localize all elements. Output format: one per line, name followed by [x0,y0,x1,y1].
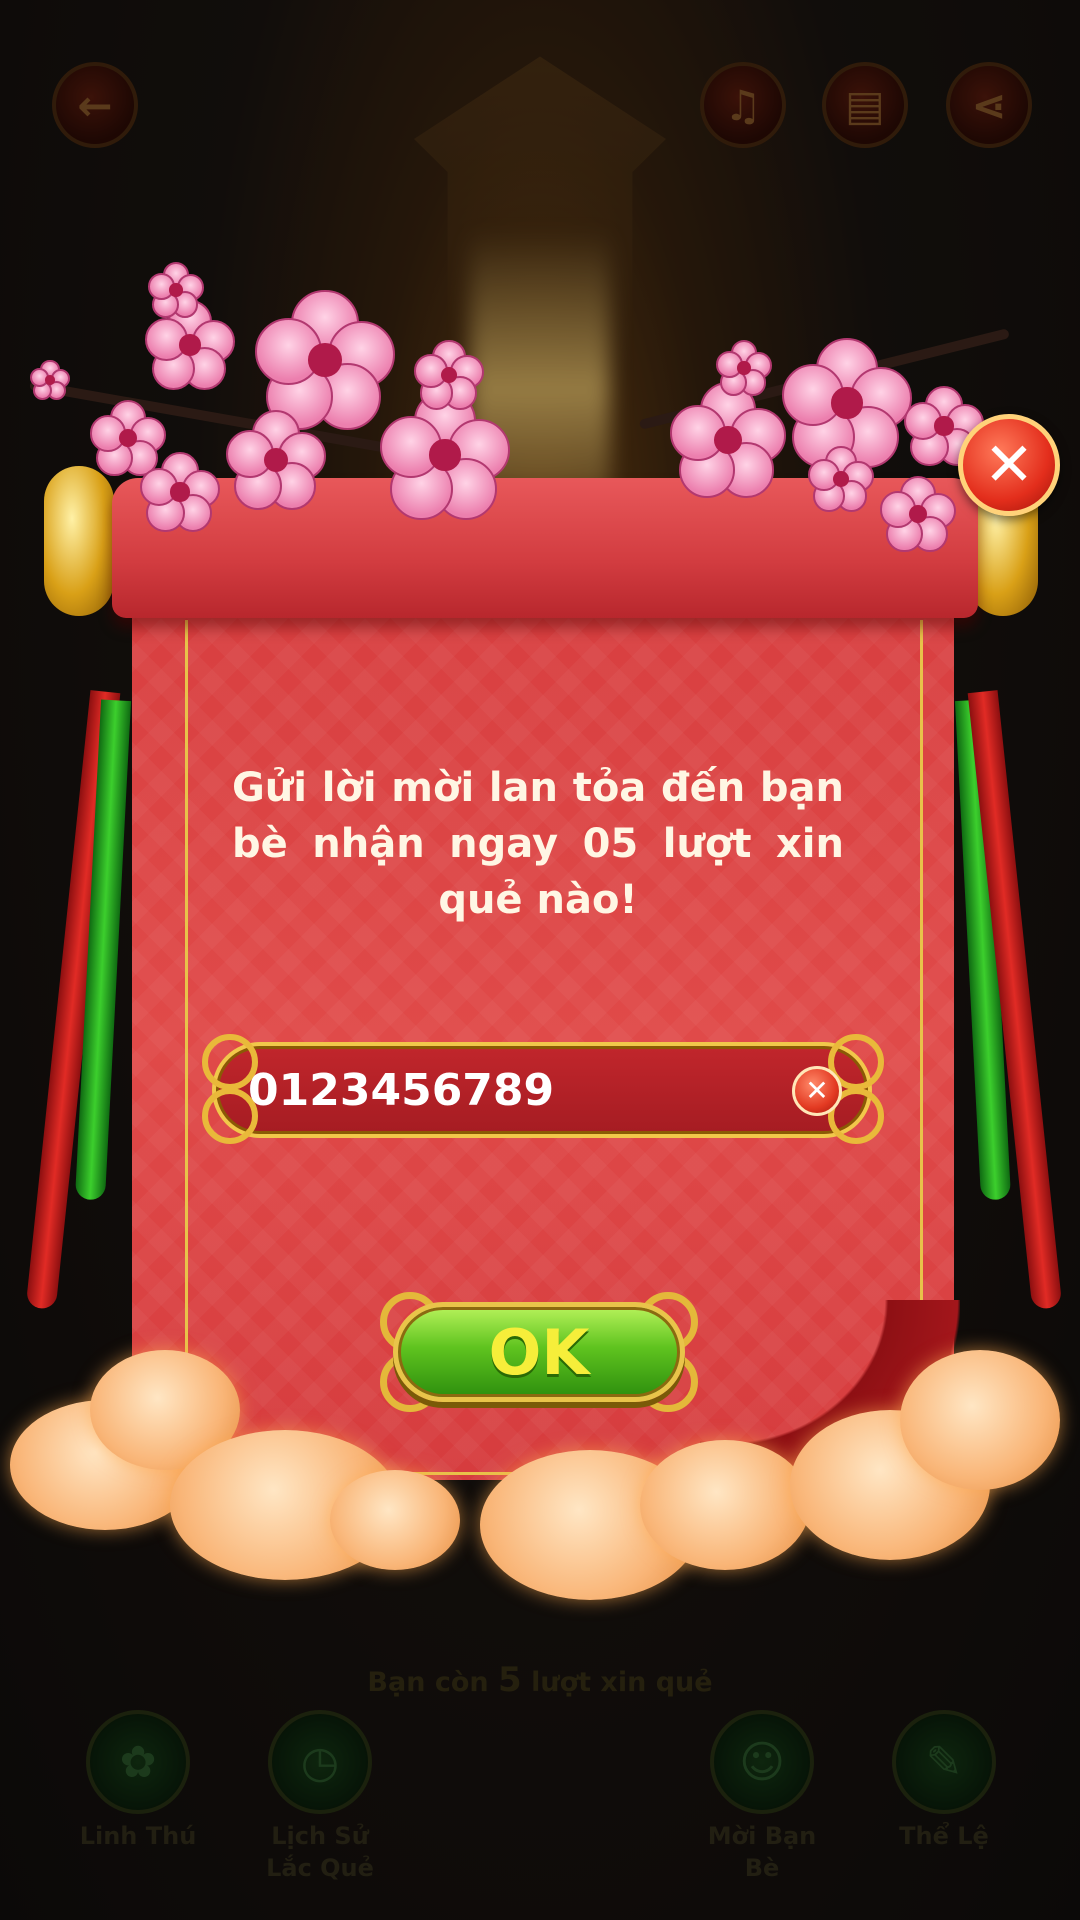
rod-cap-left [44,466,114,616]
cloud-decoration [330,1470,460,1570]
blossom-flower [670,382,786,498]
ok-button[interactable]: OK [393,1302,685,1402]
blossom-flower [140,452,220,532]
invite-message: Gửi lời mời lan tỏa đến bạn bè nhận ngay… [232,765,844,923]
blossom-flower [226,410,326,510]
blossom-flower [30,360,70,400]
blossom-flower [148,262,204,318]
close-dialog-button[interactable]: ✕ [958,414,1060,516]
cloud-decoration [900,1350,1060,1490]
close-icon: ✕ [805,1074,829,1107]
clear-input-button[interactable]: ✕ [792,1066,842,1116]
blossom-flower [808,446,874,512]
blossom-flower [414,340,484,410]
blossom-flower [255,290,395,430]
blossom-flower [880,476,956,552]
cloud-decoration [640,1440,810,1570]
close-icon: ✕ [983,430,1035,500]
phone-number-input[interactable] [248,1052,768,1128]
blossom-flower [716,340,772,396]
